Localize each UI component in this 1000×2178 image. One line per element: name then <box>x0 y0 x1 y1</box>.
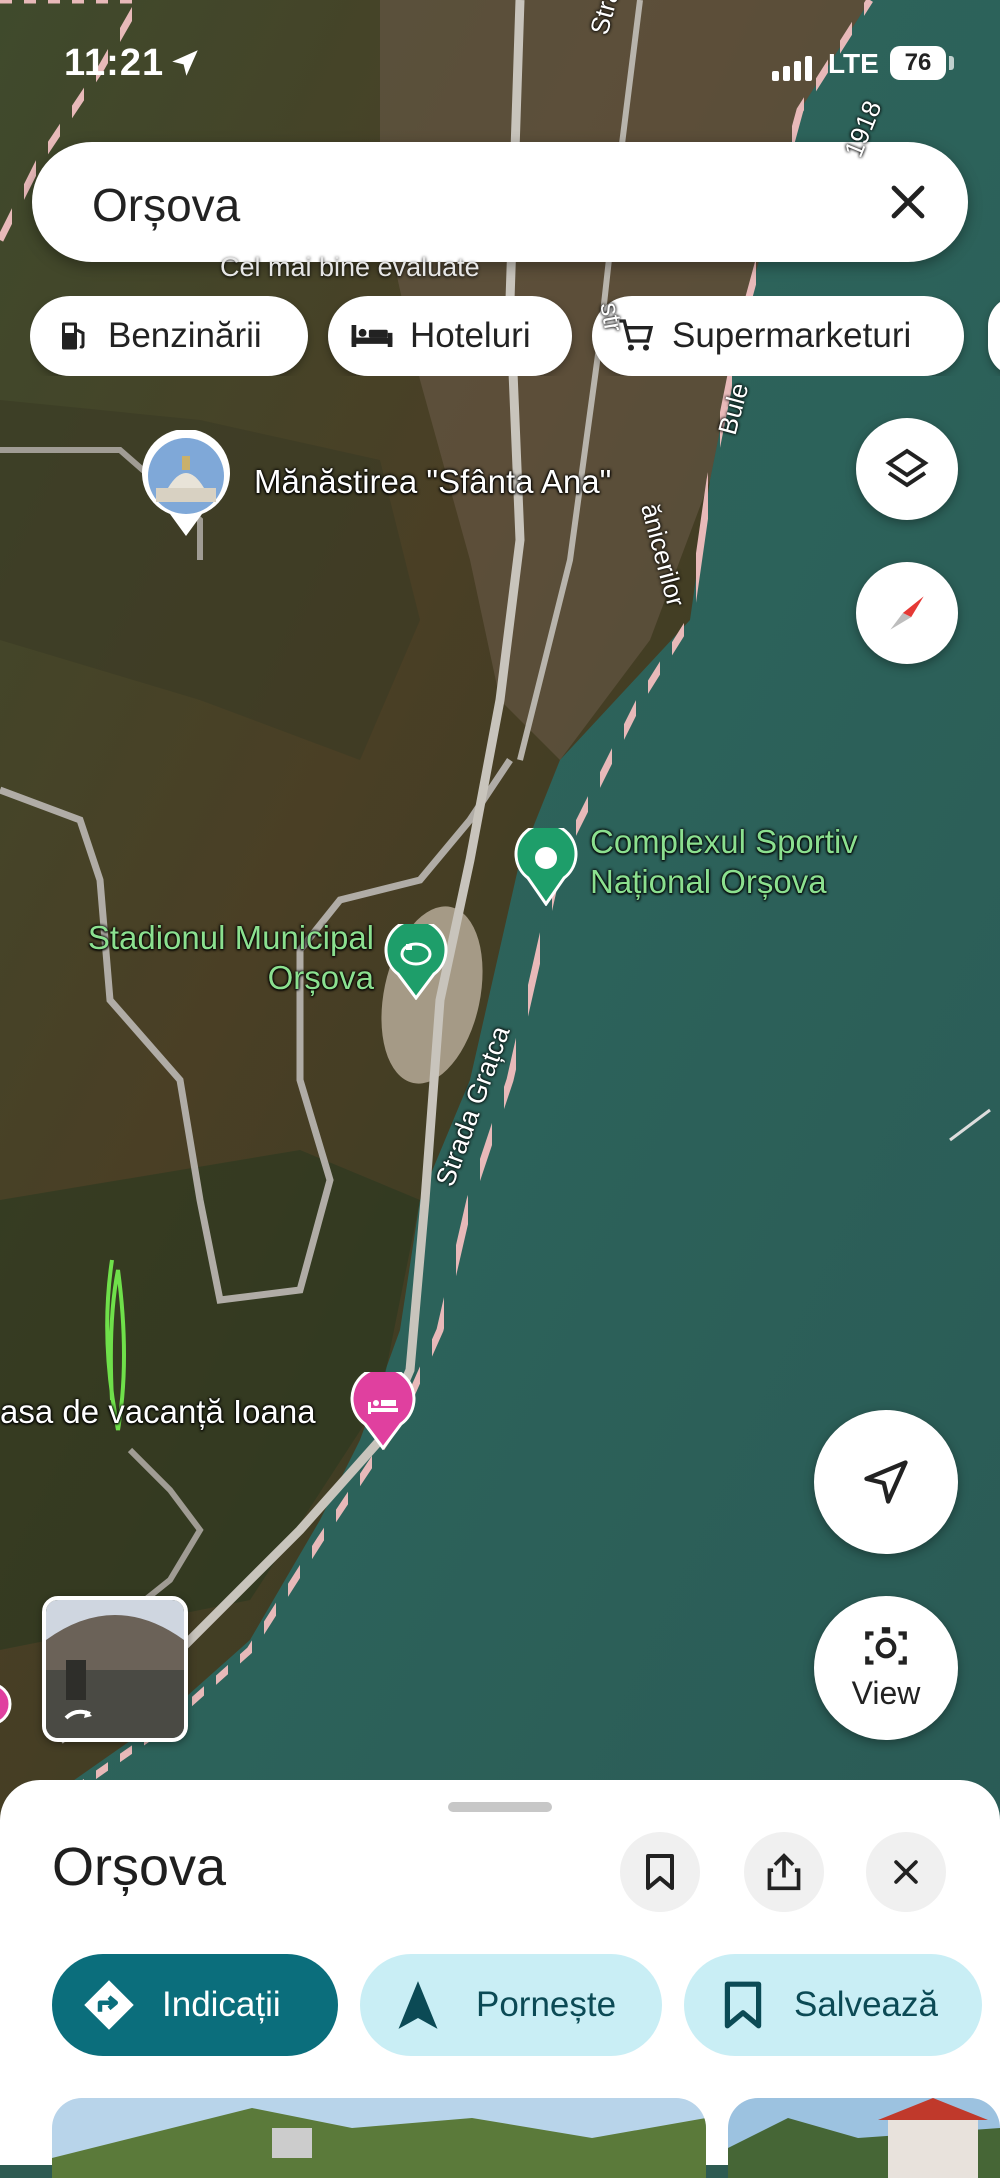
close-icon <box>894 1860 918 1884</box>
place-title: Orșova <box>52 1837 227 1897</box>
layers-button[interactable] <box>856 418 958 520</box>
place-photo[interactable] <box>728 2098 1000 2178</box>
chip-more[interactable] <box>988 296 1000 376</box>
chip-label: Supermarketuri <box>672 316 912 355</box>
monastery-photo-icon <box>142 429 230 536</box>
bed-icon <box>350 1366 416 1451</box>
view-label: View <box>851 1674 921 1711</box>
poi-monastery-pin[interactable] <box>140 429 232 545</box>
map-pin-icon <box>0 1684 12 1724</box>
search-bar[interactable]: Orșova <box>32 142 968 262</box>
street-view-photo <box>46 1600 184 1738</box>
bookmark-icon <box>724 1981 762 2029</box>
camera-lens-icon <box>865 1626 907 1665</box>
stadium-icon <box>384 918 448 1001</box>
directions-label: Indicații <box>162 1985 281 2024</box>
my-location-button[interactable] <box>814 1410 958 1554</box>
map-pin-icon <box>514 822 578 907</box>
save-icon-button[interactable] <box>620 1832 700 1912</box>
directions-button[interactable]: Indicații <box>52 1954 338 2056</box>
poi-monastery-label[interactable]: Mănăstirea "Sfânta Ana" <box>254 462 611 502</box>
save-button[interactable]: Salvează <box>684 1954 982 2056</box>
battery-cap <box>949 56 954 70</box>
navigation-arrow-icon <box>864 1460 908 1504</box>
category-chips: Benzinării Hoteluri Supermarketuri <box>30 296 1000 376</box>
status-time: 11:21 <box>64 42 165 84</box>
poi-stadium-label[interactable]: Stadionul Municipal Orșova <box>84 918 374 998</box>
place-photo[interactable] <box>52 2098 706 2178</box>
place-photo-image <box>52 2098 706 2178</box>
status-bar: 11:21 LTE 76 <box>0 40 1000 90</box>
start-button[interactable]: Pornește <box>360 1954 662 2056</box>
place-photo-image <box>728 2098 1000 2178</box>
search-hint: Cel mai bine evaluate <box>220 252 480 282</box>
location-arrow-icon <box>172 50 198 76</box>
share-button[interactable] <box>744 1832 824 1912</box>
road-label: str <box>594 300 630 334</box>
chip-hotels[interactable]: Hoteluri <box>328 296 572 376</box>
directions-icon <box>84 1980 134 2030</box>
gas-station-icon <box>62 322 85 350</box>
chip-label: Benzinării <box>108 316 262 355</box>
navigation-icon <box>398 1981 438 2029</box>
poi-holiday-house-pin[interactable] <box>350 1366 416 1455</box>
lens-view-button[interactable]: View <box>814 1596 958 1740</box>
chip-label: Hoteluri <box>410 316 531 355</box>
save-label: Salvează <box>794 1985 938 2024</box>
chip-gas-stations[interactable]: Benzinării <box>30 296 308 376</box>
sheet-drag-handle[interactable] <box>448 1802 552 1812</box>
share-icon <box>767 1853 801 1891</box>
bed-icon <box>351 325 393 347</box>
street-view-thumbnail[interactable] <box>42 1596 188 1742</box>
compass-button[interactable] <box>856 562 958 664</box>
place-bottom-sheet: Orșova Indicații Pornește Salvează <box>0 1780 1000 2178</box>
start-label: Pornește <box>476 1985 617 2024</box>
chip-supermarkets[interactable]: Supermarketuri <box>592 296 964 376</box>
battery-icon: 76 <box>890 46 946 80</box>
poi-stadium-pin[interactable] <box>384 918 448 1005</box>
poi-holiday-house-label[interactable]: asa de vacanță Ioana <box>0 1392 316 1432</box>
layers-icon <box>885 448 929 488</box>
close-sheet-button[interactable] <box>866 1832 946 1912</box>
poi-sports-complex-label[interactable]: Complexul Sportiv Național Orșova <box>590 822 920 902</box>
bookmark-icon <box>646 1854 674 1890</box>
compass-icon <box>890 596 924 630</box>
close-icon[interactable] <box>884 178 932 226</box>
poi-offscreen-pin[interactable] <box>0 1680 16 1745</box>
poi-sports-complex-pin[interactable] <box>514 822 578 911</box>
search-query[interactable]: Orșova <box>92 178 240 232</box>
signal-icon <box>772 56 816 81</box>
network-type: LTE <box>828 48 879 79</box>
